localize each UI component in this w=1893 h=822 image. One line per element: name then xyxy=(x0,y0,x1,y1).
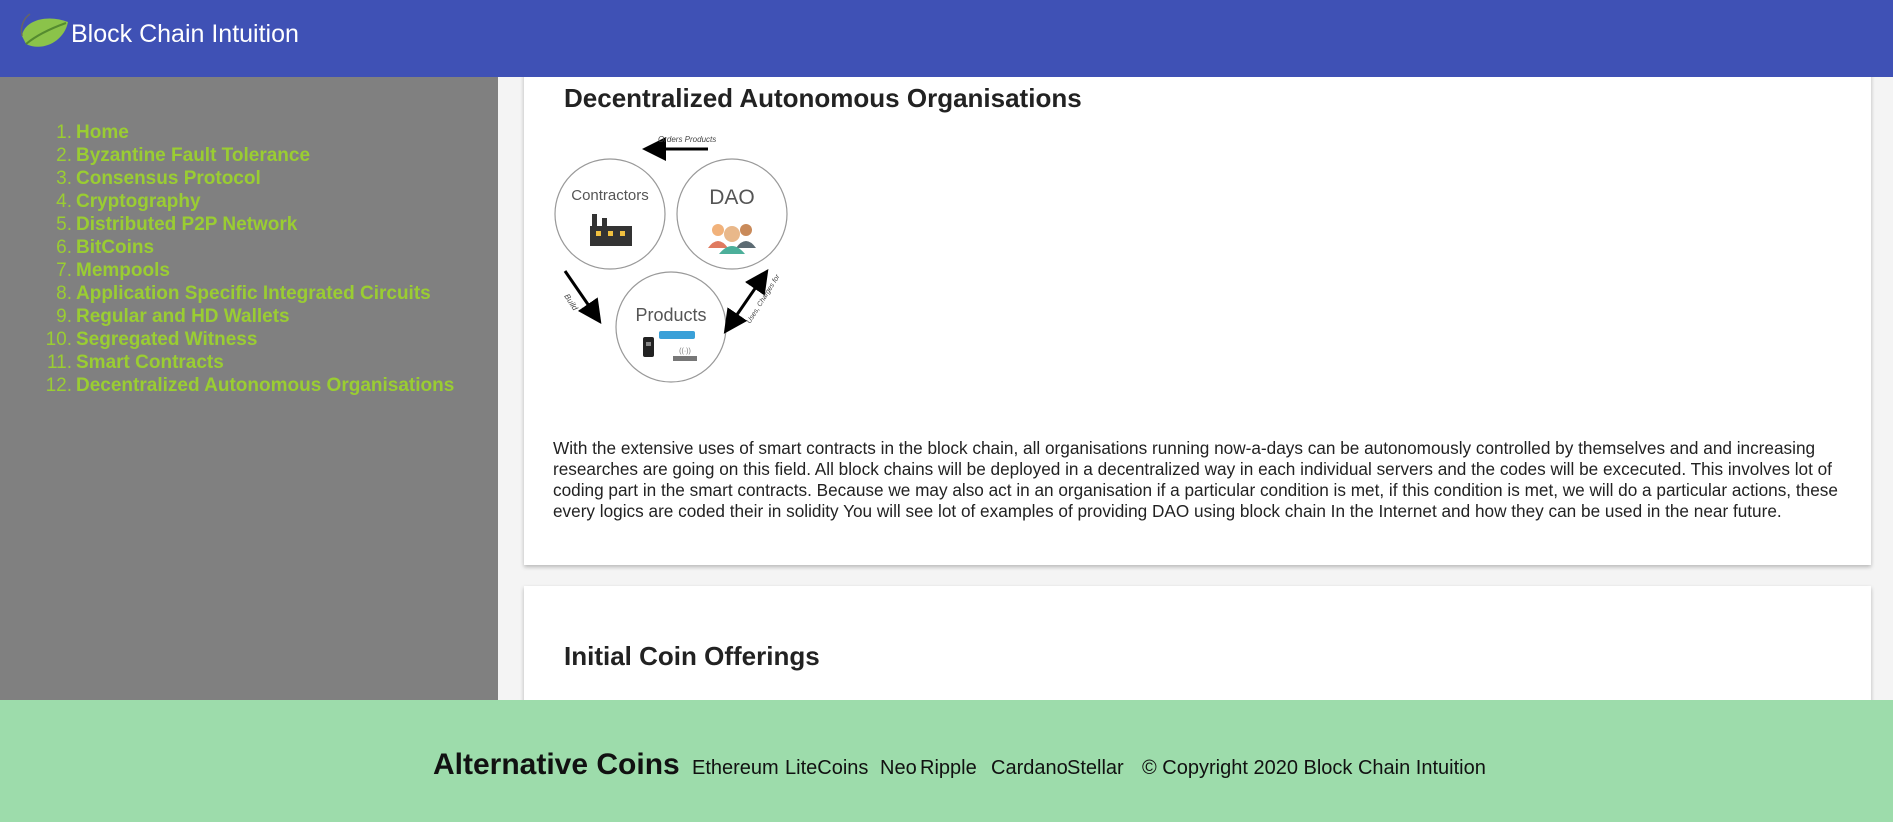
sidebar: 1. Home 2. Byzantine Fault Tolerance 3. Con… xyxy=(0,77,498,700)
footer-title: Alternative Coins xyxy=(433,748,680,781)
item-number: 3. xyxy=(56,168,72,189)
section-card-dao: Decentralized Autonomous Organisations O… xyxy=(524,77,1871,565)
sidebar-item-label[interactable]: Home xyxy=(76,121,129,144)
item-number: 1. xyxy=(56,122,72,143)
section-paragraph: With the extensive uses of smart contrac… xyxy=(553,438,1838,521)
orders-label: Orders Products xyxy=(658,135,716,144)
footer-link-neo[interactable]: Neo xyxy=(880,757,917,780)
dao-label: DAO xyxy=(709,186,755,209)
sidebar-item-label[interactable]: Cryptography xyxy=(76,190,201,213)
item-number: 7. xyxy=(56,260,72,281)
footer-link-stellar[interactable]: Stellar xyxy=(1067,757,1124,780)
sidebar-item-label[interactable]: Mempools xyxy=(76,259,170,282)
sidebar-item-label[interactable]: Decentralized Autonomous Organisations xyxy=(76,374,454,397)
section-heading: Decentralized Autonomous Organisations xyxy=(564,83,1082,113)
footer-link-cardano[interactable]: Cardano xyxy=(991,757,1068,780)
contractors-circle xyxy=(554,158,666,270)
item-number: 6. xyxy=(56,237,72,258)
top-app-bar: Block Chain Intuition xyxy=(0,0,1893,77)
main-content[interactable]: Decentralized Autonomous Organisations O… xyxy=(498,77,1893,700)
uses-label: Uses, Charges for xyxy=(746,273,782,325)
sidebar-item-label[interactable]: BitCoins xyxy=(76,236,154,259)
footer-link-ripple[interactable]: Ripple xyxy=(920,757,977,780)
build-label: Build xyxy=(562,292,580,312)
leaf-icon[interactable] xyxy=(18,12,72,52)
app-title[interactable]: Block Chain Intuition xyxy=(71,20,299,49)
item-number: 4. xyxy=(56,191,72,212)
footer-link-litecoins[interactable]: LiteCoins xyxy=(785,757,868,780)
sidebar-item-label[interactable]: Application Specific Integrated Circuits xyxy=(76,282,431,305)
dao-diagram: Orders Products Contractors DAO Products xyxy=(554,135,788,383)
section-heading: Initial Coin Offerings xyxy=(564,641,820,671)
item-number: 5. xyxy=(56,214,72,235)
item-number: 8. xyxy=(56,283,72,304)
sidebar-item-label[interactable]: Regular and HD Wallets xyxy=(76,305,290,328)
item-number: 12. xyxy=(45,375,72,396)
sidebar-item-label[interactable]: Segregated Witness xyxy=(76,328,257,351)
products-label: Products xyxy=(635,305,706,325)
item-number: 10. xyxy=(45,329,72,350)
svg-text:((·)): ((·)) xyxy=(679,348,691,355)
item-number: 9. xyxy=(56,306,72,327)
sidebar-item-label[interactable]: Byzantine Fault Tolerance xyxy=(76,144,310,167)
footer: Alternative Coins Ethereum LiteCoins Neo… xyxy=(0,700,1893,822)
contractors-label: Contractors xyxy=(571,187,649,204)
item-number: 11. xyxy=(46,352,72,373)
footer-link-ethereum[interactable]: Ethereum xyxy=(692,757,779,780)
sidebar-item-label[interactable]: Consensus Protocol xyxy=(76,167,261,190)
sidebar-item-label[interactable]: Distributed P2P Network xyxy=(76,213,297,236)
sidebar-item-label[interactable]: Smart Contracts xyxy=(76,351,224,374)
footer-copyright: © Copyright 2020 Block Chain Intuition xyxy=(1142,757,1486,779)
products-circle xyxy=(615,271,727,383)
item-number: 2. xyxy=(56,145,72,166)
section-card-ico: Initial Coin Offerings xyxy=(524,586,1871,700)
